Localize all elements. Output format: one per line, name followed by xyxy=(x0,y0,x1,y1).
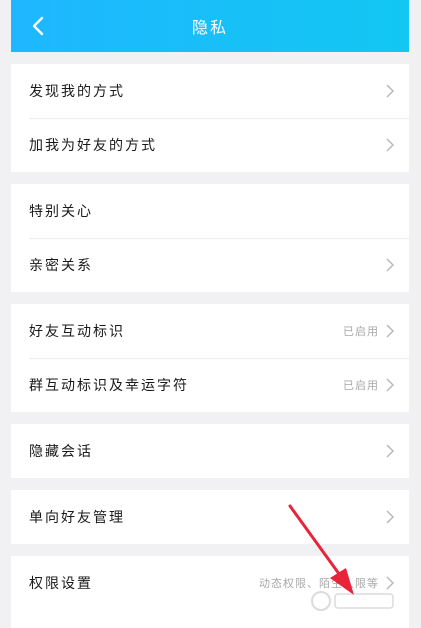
settings-row-special-care[interactable]: 特别关心 xyxy=(11,184,409,238)
settings-row-label: 发现我的方式 xyxy=(29,84,125,100)
settings-group-relations: 特别关心 亲密关系 xyxy=(11,184,409,292)
settings-row-group-badge[interactable]: 群互动标识及幸运字符 已启用 xyxy=(11,358,409,412)
settings-row-oneway-friends[interactable]: 单向好友管理 xyxy=(11,490,409,544)
chevron-right-icon xyxy=(386,324,394,338)
top-bar: 隐私 xyxy=(11,0,409,52)
chevron-right-icon xyxy=(386,84,394,98)
settings-row-hidden-chats[interactable]: 隐藏会话 xyxy=(11,424,409,478)
status-text: 已启用 xyxy=(343,325,379,338)
back-button[interactable] xyxy=(25,12,51,40)
settings-row-label: 亲密关系 xyxy=(29,258,93,274)
chevron-right-icon xyxy=(386,258,394,272)
settings-row-label: 好友互动标识 xyxy=(29,324,125,340)
settings-group-hidden: 隐藏会话 xyxy=(11,424,409,478)
settings-row-find-me[interactable]: 发现我的方式 xyxy=(11,64,409,118)
chevron-right-icon xyxy=(386,510,394,524)
settings-group-badges: 好友互动标识 已启用 群互动标识及幸运字符 已启用 xyxy=(11,304,409,412)
settings-group-discovery: 发现我的方式 加我为好友的方式 xyxy=(11,64,409,172)
settings-row-label: 加我为好友的方式 xyxy=(29,138,157,154)
page-title: 隐私 xyxy=(191,18,228,37)
settings-row-friend-badge[interactable]: 好友互动标识 已启用 xyxy=(11,304,409,358)
settings-row-label: 特别关心 xyxy=(29,204,93,220)
settings-row-label: 权限设置 xyxy=(29,576,93,592)
status-text: 已启用 xyxy=(343,379,379,392)
settings-group-oneway: 单向好友管理 xyxy=(11,490,409,544)
chevron-right-icon xyxy=(386,138,394,152)
settings-row-permissions[interactable]: 权限设置 动态权限、陌生人限等 xyxy=(11,556,409,610)
chevron-right-icon xyxy=(386,576,394,590)
settings-row-label: 单向好友管理 xyxy=(29,510,125,526)
chevron-left-icon xyxy=(32,16,44,36)
settings-row-add-me[interactable]: 加我为好友的方式 xyxy=(11,118,409,172)
chevron-right-icon xyxy=(386,444,394,458)
settings-row-label: 隐藏会话 xyxy=(29,444,93,460)
settings-row-intimate-relation[interactable]: 亲密关系 xyxy=(11,238,409,292)
privacy-settings-page: 隐私 发现我的方式 加我为好友的方式 特别关心 亲密关系 好友互动标识 已启用 … xyxy=(0,0,421,628)
status-text: 动态权限、陌生人限等 xyxy=(259,577,379,590)
chevron-right-icon xyxy=(386,378,394,392)
settings-row-label: 群互动标识及幸运字符 xyxy=(29,378,189,394)
settings-group-permissions: 权限设置 动态权限、陌生人限等 xyxy=(11,556,409,628)
